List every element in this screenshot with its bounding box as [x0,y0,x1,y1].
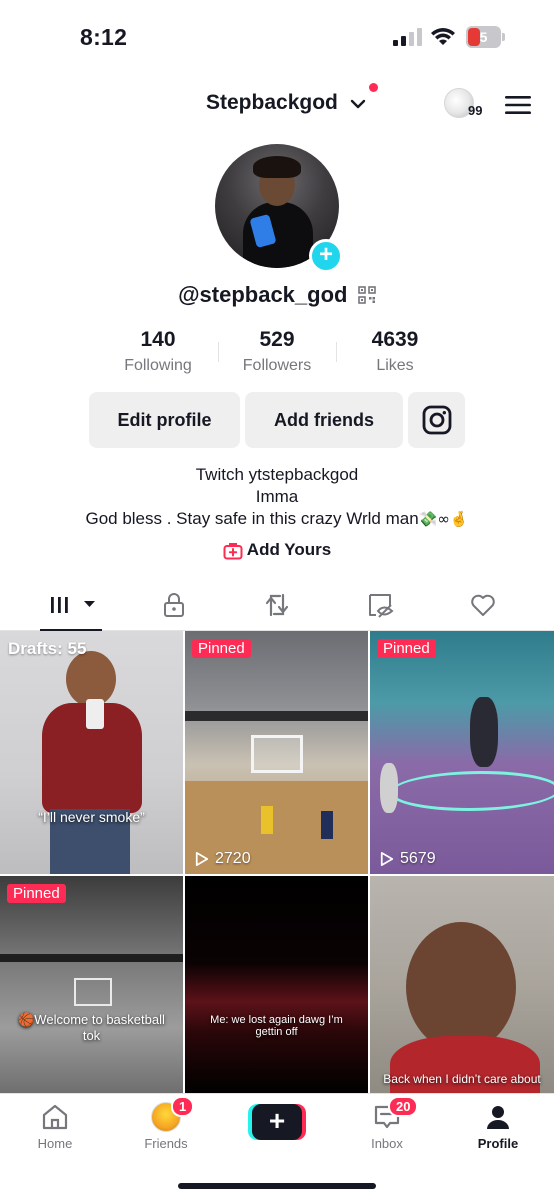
bio-text: God bless . Stay safe in this crazy Wrld… [85,509,419,528]
battery-level: 5 [479,29,488,45]
pinned-badge: Pinned [377,639,436,658]
followers-label: Followers [242,357,312,374]
account-switcher[interactable]: Stepbackgod [206,91,338,115]
view-count-value: 5679 [400,850,436,867]
home-icon [42,1104,68,1130]
video-caption: 🏀Welcome to basketball tok [18,1012,165,1043]
video-caption: “I’ll never smoke” [38,809,145,825]
cellular-signal-icon [393,28,422,46]
followers-count: 529 [259,328,295,351]
edit-profile-button[interactable]: Edit profile [89,392,240,448]
repost-icon [265,593,289,617]
inbox-badge: 20 [388,1096,419,1117]
video-thumbnail[interactable]: Pinned 2720 [185,631,368,874]
bio-emoji: 💸∞🤞 [418,510,469,528]
following-label: Following [124,357,192,374]
tab-hidden-likes[interactable] [366,591,394,619]
tab-videos[interactable] [48,591,100,619]
profile-handle: @stepback_god [178,282,348,307]
plus-icon: + [252,1104,302,1140]
following-count: 140 [140,328,176,351]
profile-icon [487,1106,509,1129]
points-count: 99 [468,103,483,118]
nav-home[interactable]: Home [10,1102,100,1151]
handle-row: @stepback_god [0,282,554,312]
friends-badge: 1 [171,1096,195,1117]
drafts-label: Drafts: 55 [8,639,87,658]
nav-friends-label: Friends [144,1136,188,1151]
nav-friends[interactable]: Friends [121,1102,211,1151]
battery-indicator: 5 [466,26,506,48]
grid-icon [51,597,95,613]
add-yours-label: Add Yours [246,540,332,559]
lock-icon [164,593,184,617]
tab-reposts[interactable] [263,591,291,619]
pinned-badge: Pinned [192,639,251,658]
heart-icon [471,594,495,616]
tab-liked[interactable] [469,591,497,619]
video-caption: Me: we lost again dawg I’m gettin off [210,1014,343,1038]
play-icon [195,852,209,866]
create-button[interactable]: + [248,1104,306,1140]
video-thumbnail[interactable]: Me: we lost again dawg I’m gettin off [185,876,368,1093]
likes-label: Likes [376,357,414,374]
nav-home-label: Home [37,1136,73,1151]
view-count: 5679 [380,850,436,868]
points-button[interactable]: 99 [444,88,488,124]
bio-line: Twitch ytstepbackgod [195,465,359,484]
add-yours-icon [223,542,243,560]
nav-profile-label: Profile [477,1136,519,1151]
add-friends-button[interactable]: Add friends [245,392,403,448]
tab-private[interactable] [160,591,188,619]
video-thumbnail[interactable]: Pinned 🏀Welcome to basketball tok [0,876,183,1093]
profile-header: Stepbackgod 99 [0,80,554,130]
home-indicator [178,1183,376,1189]
profile-stats: 140 Following 529 Followers 4639 Likes [0,328,554,380]
add-yours-link[interactable]: Add Yours [0,540,554,560]
nav-inbox[interactable]: Inbox [342,1102,432,1151]
video-thumbnail[interactable]: Back when I didn’t care about [370,876,554,1093]
bio-line: God bless . Stay safe in this crazy Wrld… [0,508,554,530]
chevron-down-icon[interactable] [350,97,366,111]
wifi-icon [431,28,455,45]
followers-stat[interactable]: 529 Followers [217,328,337,375]
instagram-button[interactable] [408,392,465,448]
add-avatar-button[interactable]: + [309,239,343,273]
video-grid: Drafts: 55 “I’ll never smoke” Pinned 272… [0,631,554,1093]
nav-inbox-label: Inbox [371,1136,403,1151]
notification-dot [369,83,378,92]
profile-bio: Twitch ytstepbackgod Imma God bless . St… [0,464,554,530]
view-count: 2720 [195,850,251,868]
hidden-bookmark-icon [369,594,394,618]
instagram-icon [422,405,452,435]
bio-line: Imma [255,487,299,506]
view-count-value: 2720 [215,850,251,867]
video-thumbnail[interactable]: Drafts: 55 “I’ll never smoke” [0,631,183,874]
play-icon [380,852,394,866]
video-caption: Back when I didn’t care about [383,1072,541,1086]
nav-profile[interactable]: Profile [453,1102,543,1151]
following-stat[interactable]: 140 Following [98,328,218,375]
video-thumbnail[interactable]: Pinned 5679 [370,631,554,874]
hamburger-menu-icon[interactable] [505,94,531,116]
status-bar: 8:12 5 [0,0,554,74]
likes-count: 4639 [371,328,419,351]
pinned-badge: Pinned [7,884,66,903]
profile-tabs [0,583,554,631]
likes-stat[interactable]: 4639 Likes [335,328,455,375]
status-time: 8:12 [80,24,128,50]
qr-code-icon[interactable] [358,286,376,304]
